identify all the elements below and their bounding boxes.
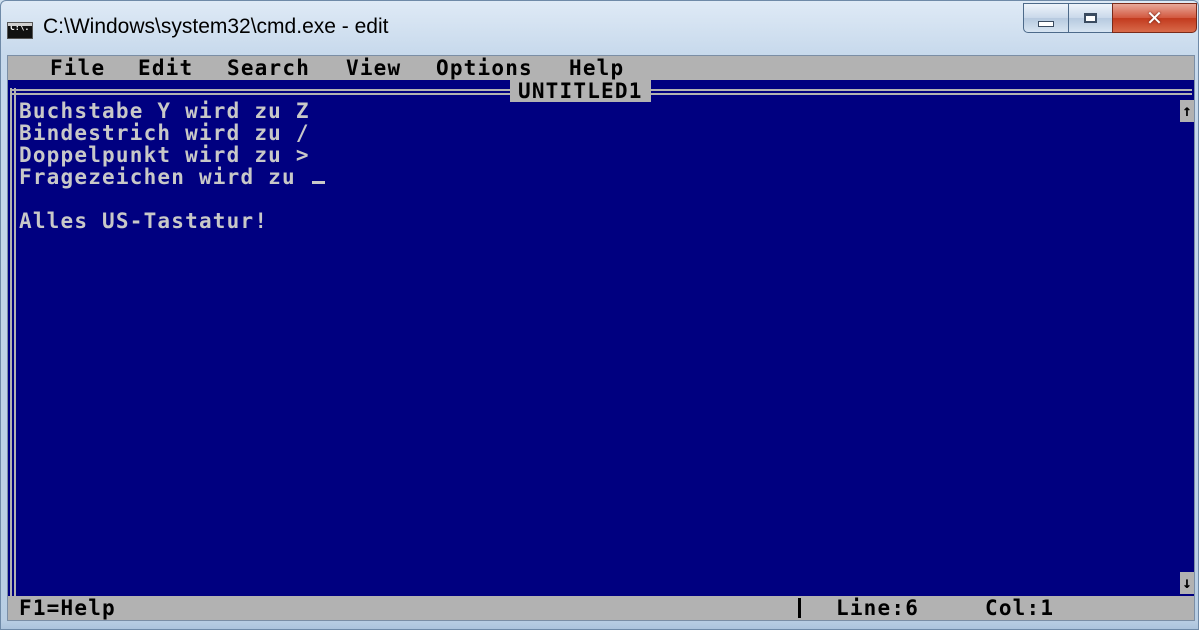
cmd-window: C:\. C:\Windows\system32\cmd.exe - edit … — [0, 0, 1199, 630]
minimize-icon — [1038, 21, 1054, 27]
editor-line-3: Doppelpunkt wird zu > — [19, 143, 310, 167]
console-area[interactable]: File Edit Search View Options Help UNTIT… — [7, 55, 1195, 621]
menu-file[interactable]: File — [50, 57, 105, 79]
cmd-icon[interactable]: C:\. — [7, 22, 33, 39]
window-bottom-border — [1, 621, 1198, 629]
status-line: Line:6 — [836, 596, 920, 620]
close-button[interactable]: ✕ — [1112, 3, 1197, 33]
document-title: UNTITLED1 — [510, 80, 651, 102]
cmd-icon-label: C:\. — [10, 23, 30, 32]
document-frame-top: UNTITLED1 — [8, 80, 1194, 102]
title-bar[interactable]: C:\. C:\Windows\system32\cmd.exe - edit … — [1, 1, 1198, 55]
status-help-hint: F1=Help — [19, 596, 116, 620]
maximize-icon — [1084, 13, 1097, 23]
menu-edit[interactable]: Edit — [138, 57, 193, 79]
vertical-scrollbar[interactable]: ↑ ↓ — [1180, 100, 1194, 594]
maximize-button[interactable] — [1068, 3, 1113, 33]
scroll-track[interactable] — [1180, 122, 1194, 572]
frame-left-border — [10, 88, 16, 598]
status-bar: F1=Help Line:6 Col:1 — [8, 596, 1194, 620]
close-icon: ✕ — [1146, 6, 1163, 30]
menu-options[interactable]: Options — [436, 57, 533, 79]
status-separator — [798, 598, 801, 618]
minimize-button[interactable] — [1023, 3, 1069, 33]
editor-line-4: Fragezeichen wird zu — [19, 166, 325, 188]
scroll-down-icon[interactable]: ↓ — [1180, 572, 1194, 594]
text-cursor — [311, 181, 325, 184]
window-title: C:\Windows\system32\cmd.exe - edit — [43, 15, 389, 38]
scroll-up-icon[interactable]: ↑ — [1180, 100, 1194, 122]
editor-line-1: Buchstabe Y wird zu Z — [19, 99, 310, 123]
menu-search[interactable]: Search — [227, 57, 310, 79]
menu-view[interactable]: View — [346, 57, 401, 79]
menu-help[interactable]: Help — [569, 57, 624, 79]
text-editor[interactable]: Buchstabe Y wird zu Z Bindestrich wird z… — [19, 100, 1177, 596]
editor-line-2: Bindestrich wird zu / — [19, 121, 310, 145]
editor-line-6: Alles US-Tastatur! — [19, 209, 269, 233]
status-col: Col:1 — [985, 596, 1055, 620]
menu-bar: File Edit Search View Options Help — [8, 56, 1194, 80]
